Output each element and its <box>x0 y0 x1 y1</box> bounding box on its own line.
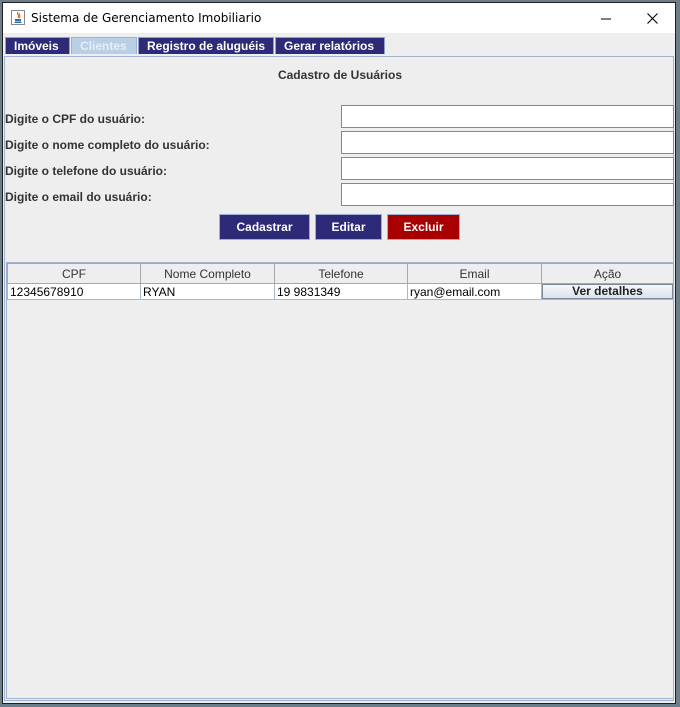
cpf-input[interactable] <box>341 105 674 128</box>
cell-nome[interactable]: RYAN <box>140 283 275 300</box>
title-bar[interactable]: Sistema de Gerenciamento Imobiliario <box>3 3 675 33</box>
tab-gerar-relatorios[interactable]: Gerar relatórios <box>275 37 385 54</box>
tab-imoveis[interactable]: Imóveis <box>5 37 70 54</box>
editar-button[interactable]: Editar <box>315 214 382 240</box>
cell-acao: Ver detalhes <box>541 283 674 300</box>
column-header-acao[interactable]: Ação <box>541 263 674 284</box>
form-title: Cadastro de Usuários <box>277 68 403 82</box>
close-icon <box>646 12 658 24</box>
cell-telefone[interactable]: 19 9831349 <box>274 283 408 300</box>
column-header-nome[interactable]: Nome Completo <box>140 263 275 284</box>
ver-detalhes-button[interactable]: Ver detalhes <box>542 284 673 299</box>
java-icon <box>11 10 25 25</box>
clientes-panel: Cadastro de Usuários Digite o CPF do usu… <box>4 56 674 701</box>
nome-input[interactable] <box>341 131 674 154</box>
table-row[interactable]: 12345678910 RYAN 19 9831349 ryan@email.c… <box>7 283 674 300</box>
email-label: Digite o email do usuário: <box>5 190 152 204</box>
close-button[interactable] <box>629 3 675 33</box>
table-header-row: CPF Nome Completo Telefone Email Ação <box>7 263 674 284</box>
window-title: Sistema de Gerenciamento Imobiliario <box>31 11 262 25</box>
cadastrar-button[interactable]: Cadastrar <box>219 214 310 240</box>
tab-clientes[interactable]: Clientes <box>71 37 137 54</box>
cpf-label: Digite o CPF do usuário: <box>5 112 145 126</box>
excluir-button[interactable]: Excluir <box>387 214 460 240</box>
tab-registro-alugueis[interactable]: Registro de aluguéis <box>138 37 274 54</box>
column-header-telefone[interactable]: Telefone <box>274 263 408 284</box>
tab-strip: Imóveis Clientes Registro de aluguéis Ge… <box>3 33 675 57</box>
cell-cpf[interactable]: 12345678910 <box>7 283 141 300</box>
email-input[interactable] <box>341 183 674 206</box>
column-header-cpf[interactable]: CPF <box>7 263 141 284</box>
telefone-label: Digite o telefone do usuário: <box>5 164 168 178</box>
maximize-button-area[interactable] <box>585 3 631 33</box>
users-table: CPF Nome Completo Telefone Email Ação 12… <box>7 263 674 300</box>
nome-label: Digite o nome completo do usuário: <box>5 138 210 152</box>
cell-email[interactable]: ryan@email.com <box>407 283 542 300</box>
column-header-email[interactable]: Email <box>407 263 542 284</box>
users-table-scrollpane[interactable]: CPF Nome Completo Telefone Email Ação 12… <box>6 262 674 699</box>
app-window: Sistema de Gerenciamento Imobiliario Imó… <box>2 2 676 704</box>
telefone-input[interactable] <box>341 157 674 180</box>
